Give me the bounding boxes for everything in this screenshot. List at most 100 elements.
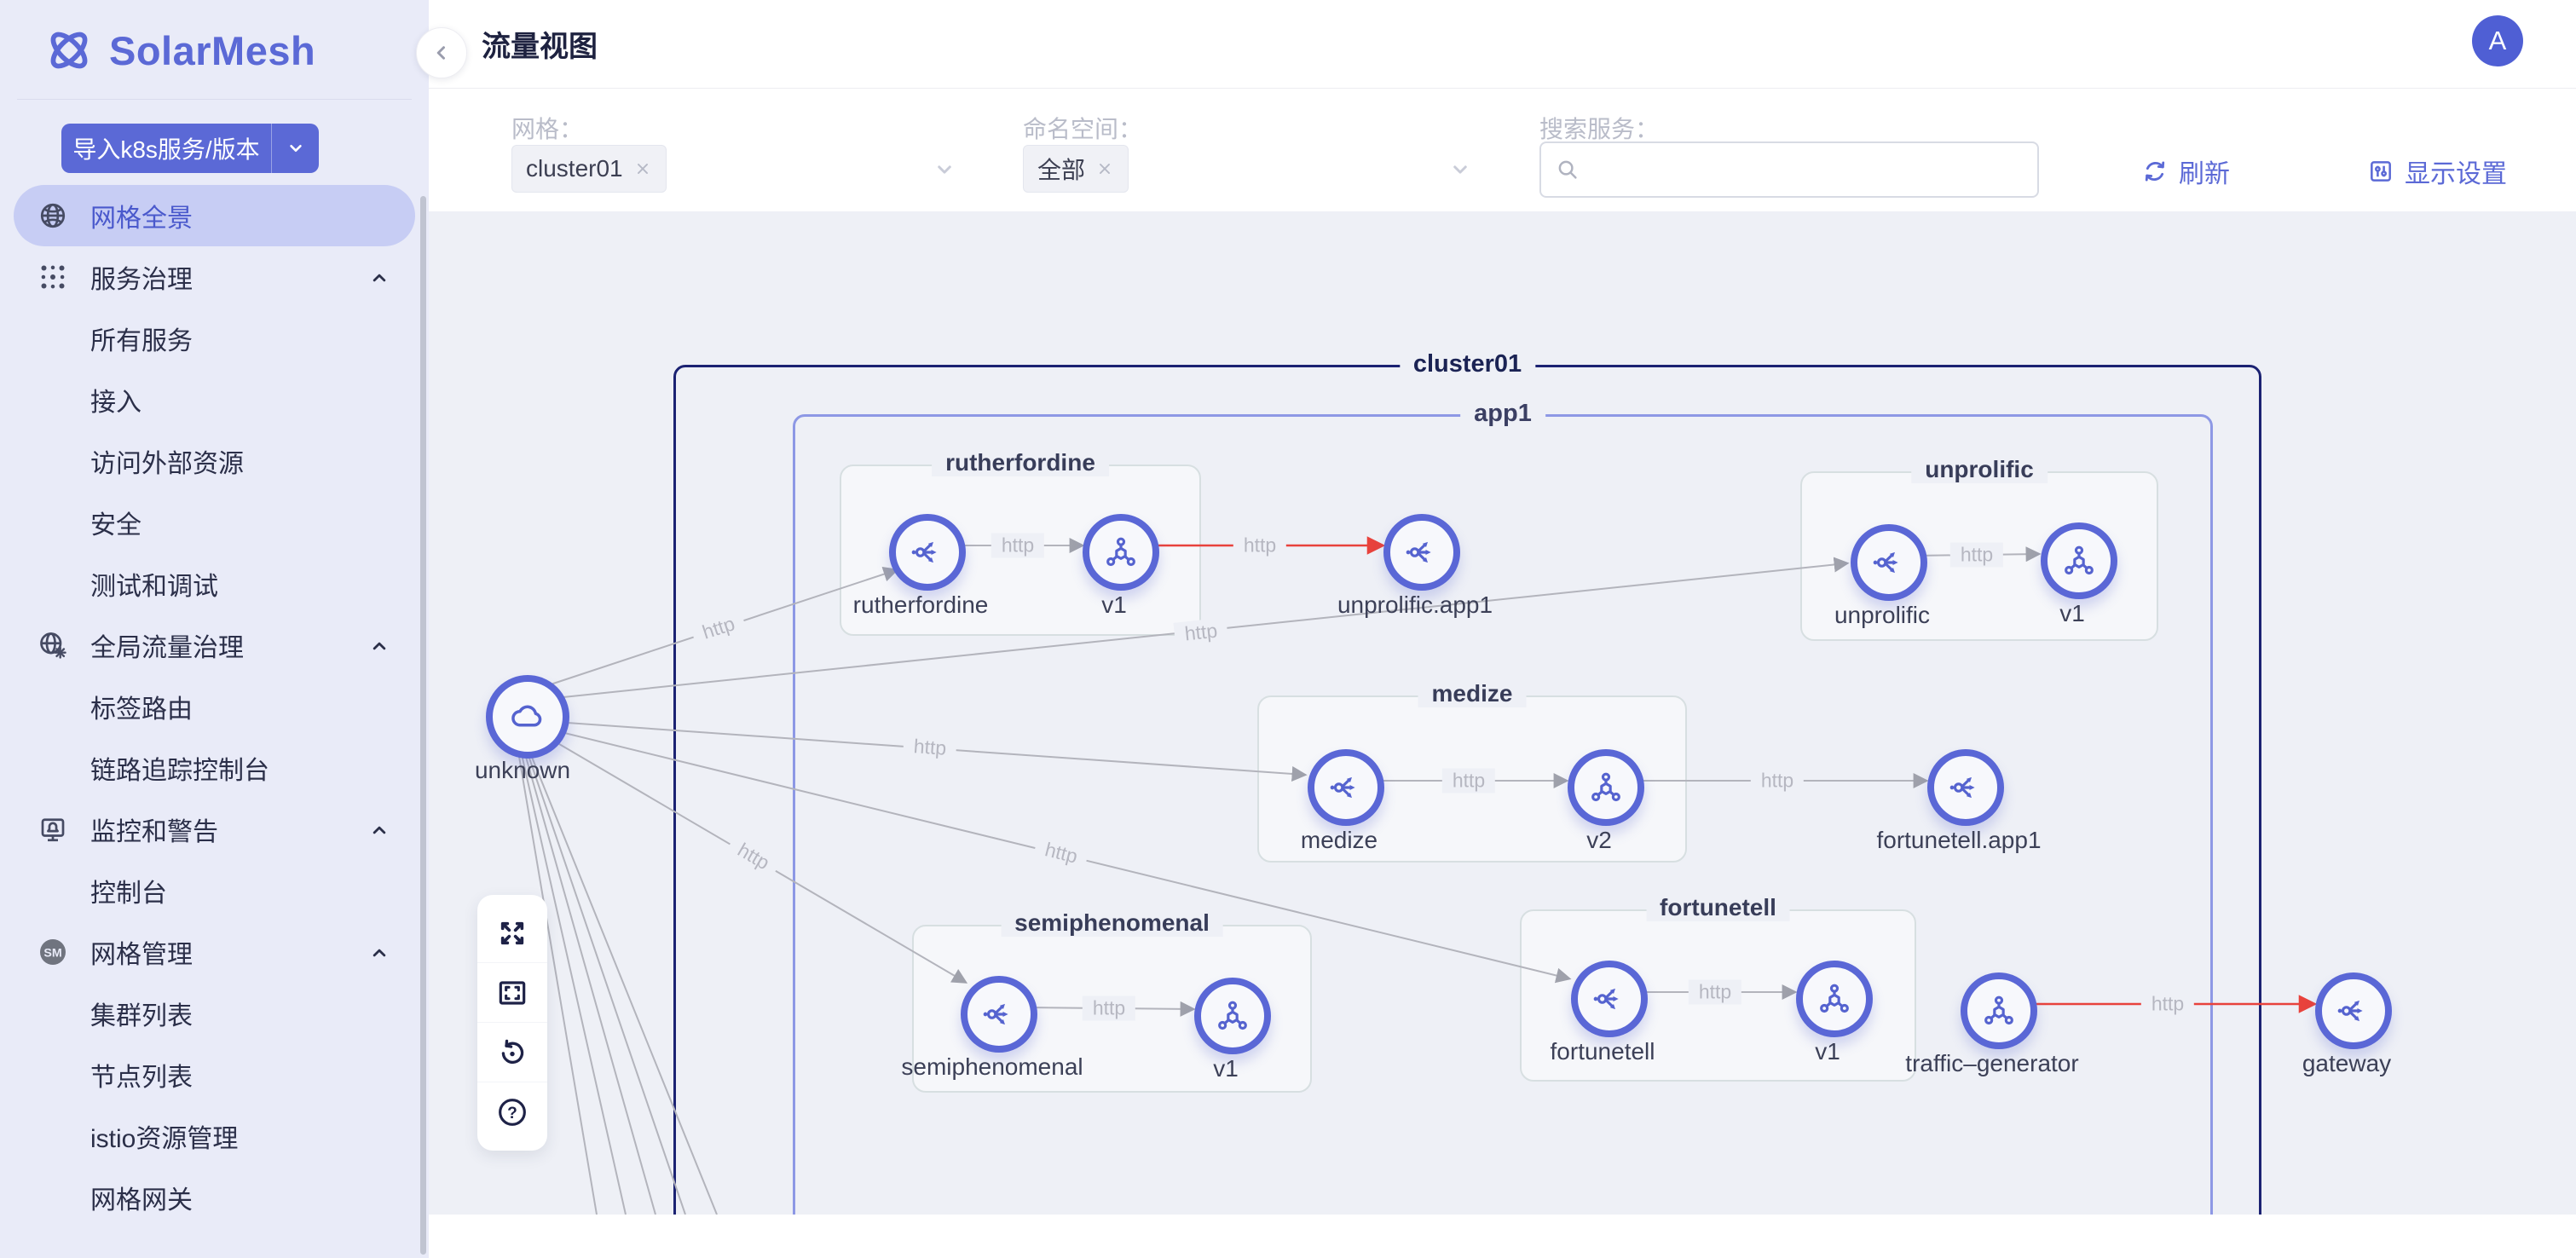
search-service-box[interactable] <box>1539 141 2039 198</box>
chevron-up-icon[interactable] <box>367 266 391 290</box>
node-semiphenomenal[interactable] <box>961 976 1037 1053</box>
chevron-up-icon[interactable] <box>367 818 391 842</box>
node-medize-v2[interactable] <box>1568 749 1644 826</box>
sidebar-item-label: 网格管理 <box>90 933 193 971</box>
sidebar-item-label: 网格网关 <box>90 1179 193 1216</box>
refresh-icon <box>2141 158 2169 185</box>
main-content: 流量视图 A 网格： cluster01 命名空间： 全部 搜索服务： 刷新 <box>429 0 2576 1258</box>
search-service-label: 搜索服务： <box>1539 111 1659 145</box>
divider <box>17 99 412 100</box>
sidebar-item-node-list[interactable]: 节点列表 <box>0 1044 429 1105</box>
node-fortunetell-v1[interactable] <box>1796 961 1873 1037</box>
service-icon <box>1872 545 1906 580</box>
node-gateway[interactable] <box>2315 972 2392 1049</box>
logo-text: SolarMesh <box>109 27 315 74</box>
refresh-button[interactable]: 刷新 <box>2136 152 2235 191</box>
node-unprolific[interactable] <box>1851 524 1927 601</box>
cloud-icon <box>509 698 546 736</box>
filter-bar: 网格： cluster01 命名空间： 全部 搜索服务： 刷新 显示设置 <box>429 89 2576 211</box>
sidebar-item-label: 所有服务 <box>90 320 193 357</box>
workload-icon <box>1817 982 1851 1016</box>
node-traffic-generator[interactable] <box>1961 972 2037 1049</box>
sidebar-item-test-debug[interactable]: 测试和调试 <box>0 553 429 615</box>
sidebar-menu: 网格全景 服务治理 所有服务 接入 访问外部资源 安全 测试和调试 全局流量治理… <box>0 185 429 1228</box>
sidebar-scrollbar[interactable] <box>420 196 426 1255</box>
workload-icon <box>1216 999 1250 1033</box>
sidebar-item-label: 节点列表 <box>90 1056 193 1094</box>
graph-toolbar <box>477 895 547 1151</box>
fullscreen-button[interactable] <box>477 903 547 963</box>
node-semiphenomenal-v1[interactable] <box>1194 978 1271 1054</box>
top-bar: 流量视图 A <box>429 0 2576 89</box>
fit-view-icon <box>495 976 529 1010</box>
cluster-box-label: cluster01 <box>1400 350 1535 378</box>
sidebar-item-label: 监控和警告 <box>90 811 218 848</box>
node-unknown[interactable] <box>486 675 569 759</box>
sidebar-item-onboarding[interactable]: 接入 <box>0 369 429 430</box>
group-label: rutherfordine <box>932 449 1109 476</box>
fit-view-button[interactable] <box>477 963 547 1023</box>
mesh-filter-label: 网格： <box>511 111 583 145</box>
sm-badge-icon <box>38 937 68 967</box>
sidebar-item-label: 安全 <box>90 504 142 541</box>
group-label: semiphenomenal <box>1001 909 1223 937</box>
service-icon <box>1949 770 1983 805</box>
dots-grid-icon <box>38 262 68 292</box>
sidebar-item-label: 接入 <box>90 381 142 418</box>
search-icon <box>1555 157 1580 182</box>
workload-icon <box>1982 994 2016 1028</box>
node-rutherfordine[interactable] <box>889 514 966 591</box>
chevron-up-icon[interactable] <box>367 941 391 965</box>
sidebar-item-label: 测试和调试 <box>90 565 218 603</box>
close-icon[interactable] <box>1095 159 1114 178</box>
solarmesh-logo-icon <box>44 26 94 75</box>
globe-gear-icon <box>38 630 68 661</box>
chevron-down-icon[interactable] <box>272 137 319 159</box>
sidebar-item-label: 链路追踪控制台 <box>90 749 269 787</box>
sidebar-item-global-traffic[interactable]: 全局流量治理 <box>0 615 429 676</box>
sidebar-item-security[interactable]: 安全 <box>0 492 429 553</box>
sidebar-item-mesh-gateway[interactable]: 网格网关 <box>0 1167 429 1228</box>
search-service-input[interactable] <box>1591 155 2024 184</box>
sidebar-collapse-button[interactable] <box>416 27 467 78</box>
node-fortunetell-app1[interactable] <box>1927 749 2004 826</box>
mesh-dropdown-chevron-down-icon[interactable] <box>932 157 957 182</box>
footer-strip <box>429 1215 2576 1258</box>
node-unprolific-v1[interactable] <box>2041 522 2117 599</box>
display-settings-label: 显示设置 <box>2405 153 2507 190</box>
avatar[interactable]: A <box>2472 15 2523 66</box>
node-fortunetell[interactable] <box>1571 961 1648 1037</box>
reset-view-button[interactable] <box>477 1023 547 1082</box>
display-settings-button[interactable]: 显示设置 <box>2362 152 2512 191</box>
sidebar-item-label: 控制台 <box>90 872 167 909</box>
node-label: unknown <box>475 757 570 784</box>
mesh-filter-chip[interactable]: cluster01 <box>511 145 667 193</box>
chevron-up-icon[interactable] <box>367 634 391 658</box>
node-unprolific-app1[interactable] <box>1383 514 1460 591</box>
sidebar-item-console[interactable]: 控制台 <box>0 860 429 921</box>
sidebar-item-service-governance[interactable]: 服务治理 <box>0 246 429 308</box>
sidebar-item-label-routing[interactable]: 标签路由 <box>0 676 429 737</box>
sidebar-item-monitor-alert[interactable]: 监控和警告 <box>0 799 429 860</box>
sidebar-item-label: 网格全景 <box>90 197 193 234</box>
help-button[interactable] <box>477 1082 547 1142</box>
sidebar-item-cluster-list[interactable]: 集群列表 <box>0 983 429 1044</box>
expand-icon <box>495 916 529 950</box>
sidebar-item-mesh-management[interactable]: 网格管理 <box>0 921 429 983</box>
sidebar-item-all-services[interactable]: 所有服务 <box>0 308 429 369</box>
node-medize[interactable] <box>1308 749 1384 826</box>
namespace-dropdown-chevron-down-icon[interactable] <box>1447 157 1473 182</box>
sidebar-item-istio-resources[interactable]: istio资源管理 <box>0 1105 429 1167</box>
service-icon <box>1592 982 1626 1016</box>
traffic-graph-canvas[interactable]: cluster01 app1 rutherfordine unprolific … <box>429 211 2576 1215</box>
sidebar-item-tracing-console[interactable]: 链路追踪控制台 <box>0 737 429 799</box>
monitor-bell-icon <box>38 814 68 845</box>
sidebar-item-external-resources[interactable]: 访问外部资源 <box>0 430 429 492</box>
node-label: gateway <box>2302 1050 2391 1077</box>
page-title: 流量视图 <box>482 23 598 65</box>
namespace-filter-chip[interactable]: 全部 <box>1023 145 1129 193</box>
close-icon[interactable] <box>633 159 652 178</box>
sidebar-item-mesh-overview[interactable]: 网格全景 <box>14 185 415 246</box>
node-rutherfordine-v1[interactable] <box>1083 514 1159 591</box>
import-k8s-button[interactable]: 导入k8s服务/版本 <box>61 124 319 173</box>
